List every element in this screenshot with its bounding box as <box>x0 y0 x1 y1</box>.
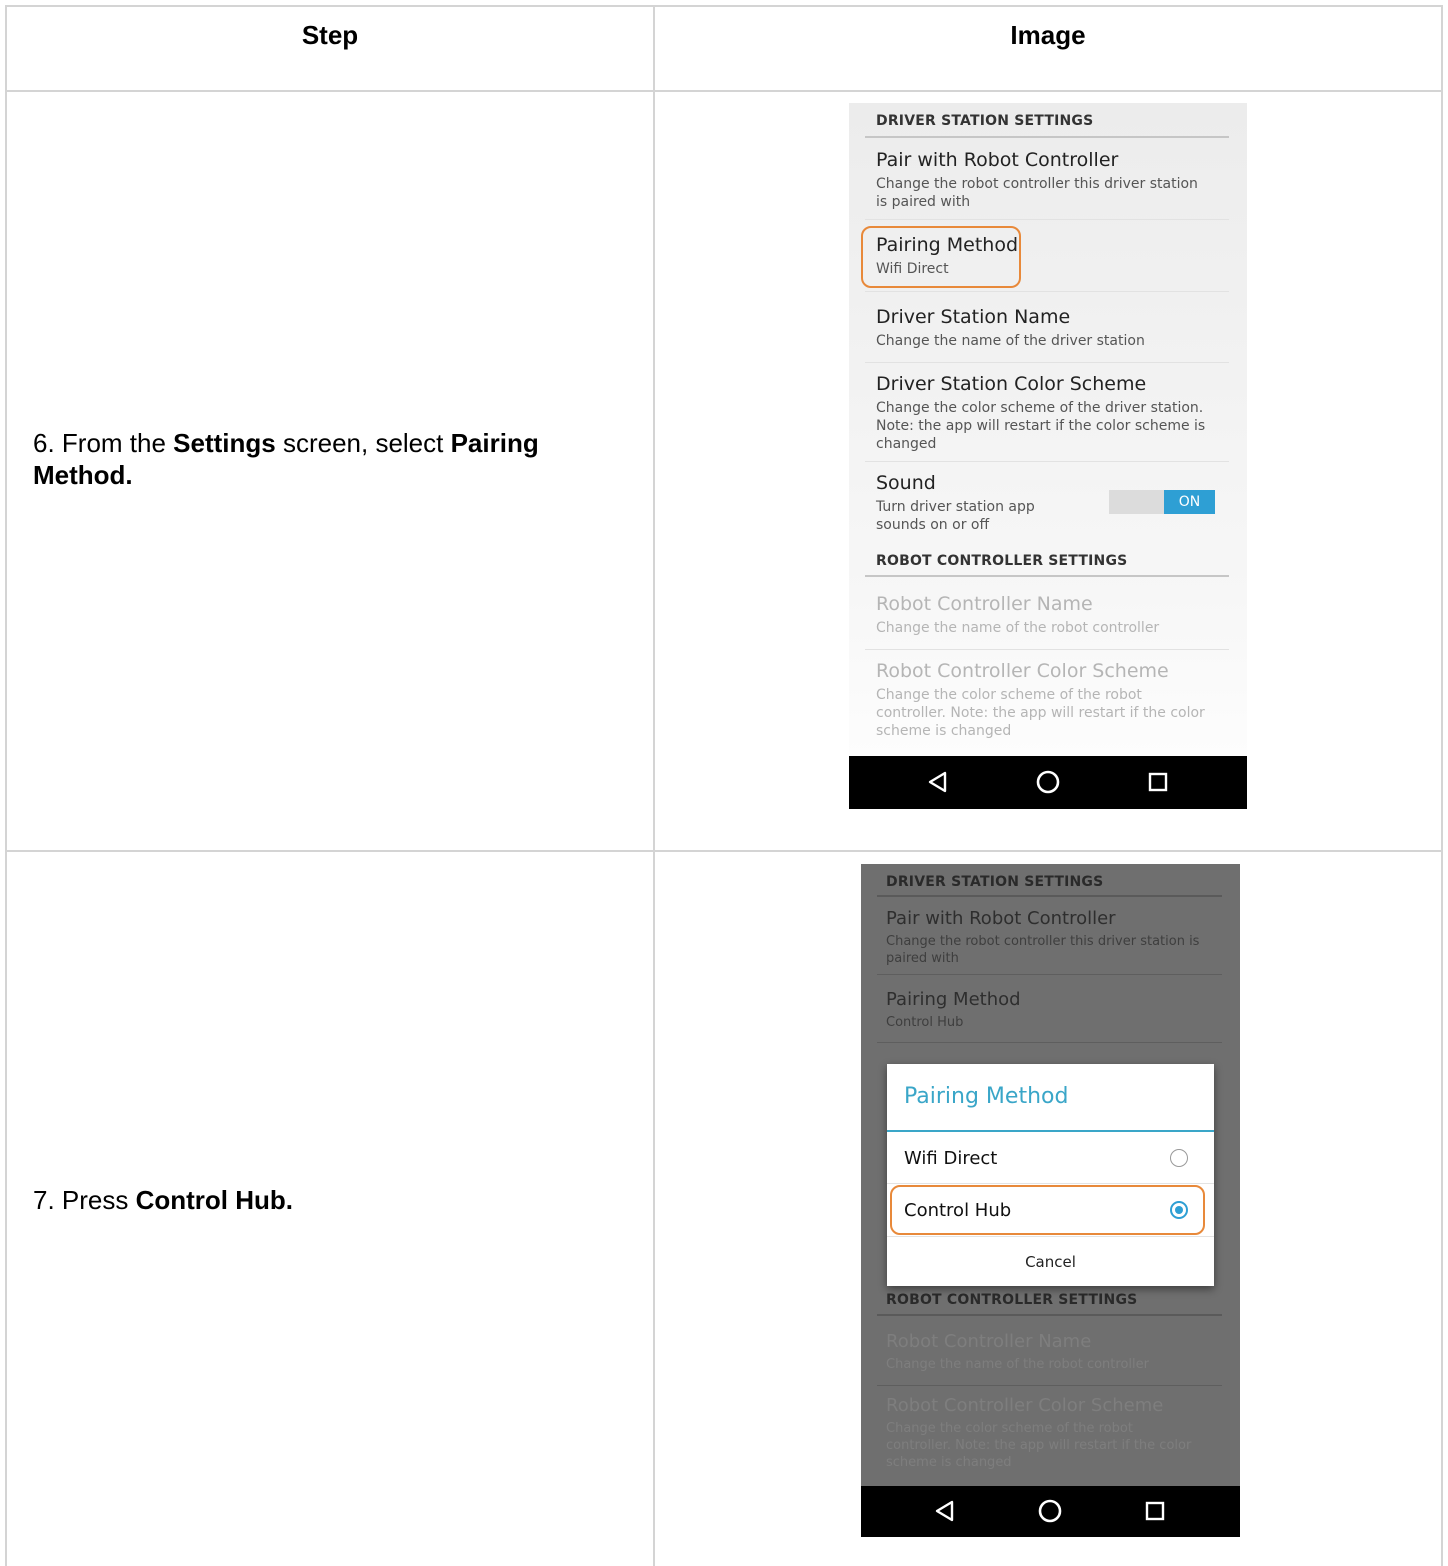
sound-toggle[interactable]: ON <box>1109 490 1215 514</box>
section-robot-controller-settings: ROBOT CONTROLLER SETTINGS <box>886 1292 1138 1308</box>
step-7-prefix: 7. Press <box>33 1185 136 1215</box>
header-step: Step <box>301 20 359 50</box>
item-rc-color-title: Robot Controller Color Scheme <box>876 660 1169 682</box>
table-row-divider <box>5 850 1443 852</box>
item-pair-title: Pair with Robot Controller <box>886 908 1116 929</box>
item-rc-color-subtitle: Change the color scheme of the robot con… <box>886 1421 1192 1470</box>
recents-square-icon[interactable] <box>1145 769 1171 795</box>
toggle-on-label: ON <box>1164 490 1215 514</box>
step-6-text: 6. From the Settings screen, select Pair… <box>33 427 633 491</box>
pairing-dialog-screenshot: DRIVER STATION SETTINGS Pair with Robot … <box>861 864 1240 1537</box>
item-ds-name-subtitle: Change the name of the driver station <box>876 333 1145 349</box>
option-wifi-direct[interactable]: Wifi Direct <box>904 1148 997 1169</box>
radio-button-icon[interactable] <box>1170 1149 1188 1167</box>
android-nav-bar <box>861 1486 1240 1537</box>
radio-button-icon[interactable] <box>1170 1201 1188 1219</box>
item-sound-subtitle: Turn driver station app sounds on or off <box>876 499 1035 533</box>
home-circle-icon[interactable] <box>1037 1498 1063 1524</box>
item-rule <box>865 461 1229 462</box>
settings-screenshot: DRIVER STATION SETTINGS Pair with Robot … <box>849 103 1247 809</box>
item-rc-color-title: Robot Controller Color Scheme <box>886 1395 1164 1416</box>
dialog-option-separator <box>887 1236 1214 1237</box>
dialog-title: Pairing Method <box>904 1084 1069 1109</box>
item-rule <box>877 1042 1222 1043</box>
item-rule <box>865 649 1229 650</box>
section-rule <box>865 136 1229 138</box>
item-pairing-method-title[interactable]: Pairing Method <box>876 234 1018 256</box>
dialog-option-separator <box>887 1183 1214 1184</box>
item-rule <box>865 362 1229 363</box>
recents-square-icon[interactable] <box>1142 1498 1168 1524</box>
dialog-title-rule <box>887 1130 1214 1132</box>
section-rule <box>877 1314 1222 1316</box>
table-header-divider <box>5 90 1443 92</box>
home-circle-icon[interactable] <box>1035 769 1061 795</box>
back-triangle-icon[interactable] <box>932 1498 958 1524</box>
item-ds-name-title[interactable]: Driver Station Name <box>876 306 1070 328</box>
item-rc-name-subtitle: Change the name of the robot controller <box>876 620 1160 636</box>
item-rule <box>877 974 1222 975</box>
item-pairing-method-title: Pairing Method <box>886 989 1021 1010</box>
table-column-divider <box>653 5 655 1566</box>
step-7-bold-control-hub: Control Hub. <box>135 1185 294 1215</box>
item-pair-subtitle: Change the robot controller this driver … <box>886 934 1200 966</box>
item-rule <box>865 291 1229 292</box>
item-pairing-method-subtitle: Control Hub <box>886 1015 964 1030</box>
item-pairing-method-subtitle: Wifi Direct <box>876 261 949 277</box>
item-rc-name-subtitle: Change the name of the robot controller <box>886 1357 1149 1372</box>
item-pair-title[interactable]: Pair with Robot Controller <box>876 149 1118 171</box>
table-border-top <box>5 5 1443 7</box>
item-ds-color-title[interactable]: Driver Station Color Scheme <box>876 373 1146 395</box>
section-driver-station-settings: DRIVER STATION SETTINGS <box>886 874 1104 890</box>
item-ds-color-subtitle: Change the color scheme of the driver st… <box>876 400 1206 452</box>
step-6-middle: screen, select <box>275 428 451 458</box>
pairing-method-dialog: Pairing Method Wifi Direct Control Hub C… <box>887 1064 1214 1286</box>
option-control-hub[interactable]: Control Hub <box>904 1200 1011 1221</box>
item-rule <box>865 219 1229 220</box>
item-pair-subtitle: Change the robot controller this driver … <box>876 176 1198 210</box>
cancel-button[interactable]: Cancel <box>887 1253 1214 1271</box>
step-6-prefix: 6. From the <box>33 428 174 458</box>
step-6-bold-settings: Settings <box>173 428 276 458</box>
table-border-left <box>5 5 7 1566</box>
section-rule <box>877 895 1222 897</box>
table-border-right <box>1441 5 1443 1566</box>
section-rule <box>865 575 1229 577</box>
item-rc-name-title: Robot Controller Name <box>886 1331 1092 1352</box>
item-rc-color-subtitle: Change the color scheme of the robot con… <box>876 687 1205 739</box>
android-nav-bar <box>849 756 1247 809</box>
section-robot-controller-settings: ROBOT CONTROLLER SETTINGS <box>876 553 1128 569</box>
item-sound-title[interactable]: Sound <box>876 472 936 494</box>
step-7-text: 7. Press Control Hub. <box>33 1184 633 1216</box>
header-image: Image <box>1010 20 1086 50</box>
back-triangle-icon[interactable] <box>925 769 951 795</box>
item-rule <box>877 1385 1222 1386</box>
item-rc-name-title: Robot Controller Name <box>876 593 1093 615</box>
section-driver-station-settings: DRIVER STATION SETTINGS <box>876 113 1094 129</box>
